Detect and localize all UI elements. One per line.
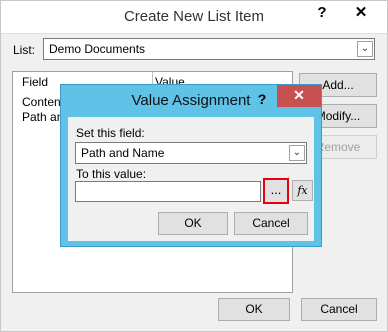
dialog-close-button[interactable]: ✕ bbox=[277, 85, 321, 107]
value-assignment-dialog: Value Assignment ? ✕ Set this field: Pat… bbox=[60, 84, 322, 247]
outer-close-button[interactable]: ✕ bbox=[339, 1, 383, 25]
chevron-down-icon[interactable]: ⌄ bbox=[289, 145, 305, 161]
outer-titlebar: Create New List Item ? ✕ bbox=[1, 1, 387, 33]
value-input[interactable] bbox=[75, 181, 261, 202]
browse-button[interactable]: ... bbox=[263, 178, 289, 204]
outer-help-button[interactable]: ? bbox=[307, 1, 337, 25]
value-label: To this value: bbox=[76, 167, 147, 181]
dialog-help-button[interactable]: ? bbox=[249, 89, 275, 111]
set-field-label: Set this field: bbox=[76, 126, 145, 140]
cancel-button[interactable]: Cancel bbox=[301, 298, 377, 321]
field-select[interactable]: Path and Name ⌄ bbox=[75, 142, 307, 164]
ok-button[interactable]: OK bbox=[218, 298, 290, 321]
chevron-down-icon[interactable]: ⌄ bbox=[357, 41, 373, 57]
field-select-value: Path and Name bbox=[81, 146, 165, 160]
formula-button[interactable]: fx bbox=[292, 180, 313, 201]
list-select-value: Demo Documents bbox=[49, 42, 146, 56]
column-header-field[interactable]: Field bbox=[22, 75, 48, 89]
dialog-ok-button[interactable]: OK bbox=[158, 212, 228, 235]
table-row[interactable]: Path an bbox=[22, 110, 63, 124]
titlebar-divider bbox=[1, 33, 387, 34]
list-select[interactable]: Demo Documents ⌄ bbox=[43, 38, 375, 60]
dialog-cancel-button[interactable]: Cancel bbox=[234, 212, 308, 235]
dialog-body: Set this field: Path and Name ⌄ To this … bbox=[68, 117, 314, 241]
list-label: List: bbox=[13, 43, 36, 57]
table-row[interactable]: Conten bbox=[22, 95, 61, 109]
